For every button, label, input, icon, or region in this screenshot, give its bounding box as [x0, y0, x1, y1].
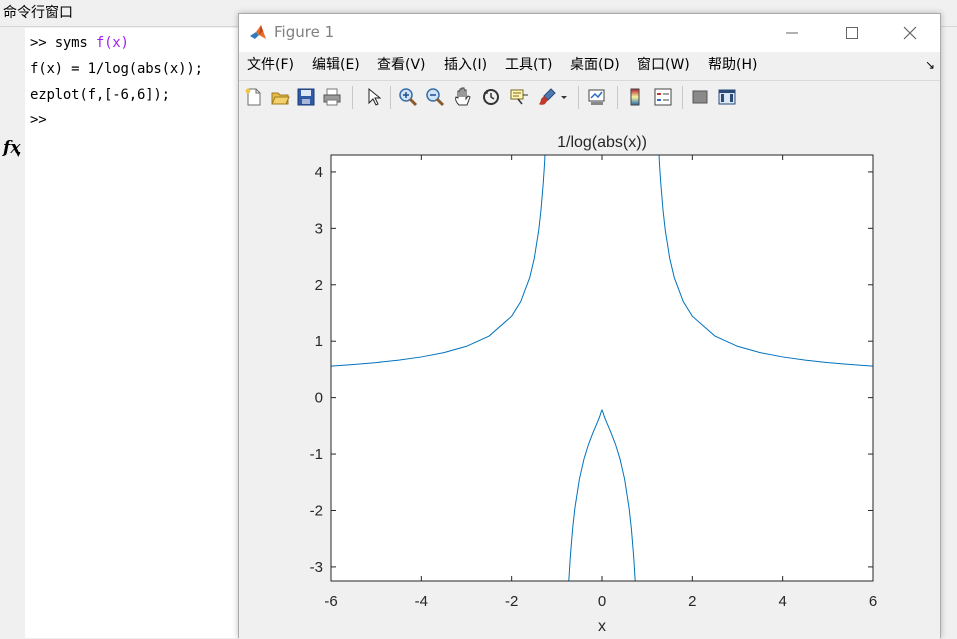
print-icon[interactable]: [322, 87, 342, 107]
figure-canvas[interactable]: -6 -4 -2 0 2 4 6 -3 -2 -1 0 1 2 3 4 1/log(abs(x)) x: [239, 114, 940, 639]
x-tick-label: -2: [505, 593, 518, 610]
y-tick-label: -3: [310, 559, 323, 576]
toolbar-separator: [578, 86, 579, 109]
y-tick-label: 4: [315, 164, 323, 181]
x-tick-label: 0: [598, 593, 606, 610]
command-prompt-current[interactable]: >>: [30, 112, 47, 128]
new-figure-icon[interactable]: [244, 87, 264, 107]
chevron-down-icon[interactable]: [559, 87, 569, 107]
command-line-2: f(x) = 1/log(abs(x));: [30, 61, 203, 77]
command-text: ezplot(f,[-6,6]);: [30, 87, 170, 103]
dock-arrow-icon[interactable]: ↘: [925, 52, 935, 79]
zoom-in-icon[interactable]: [398, 87, 418, 107]
axes-background: [331, 155, 873, 581]
command-window[interactable]: >> syms f(x) f(x) = 1/log(abs(x)); ezplo…: [25, 28, 265, 638]
rotate-icon[interactable]: [481, 87, 501, 107]
y-tick-label: 3: [315, 220, 323, 237]
figure-title-bar[interactable]: Figure 1: [239, 14, 940, 52]
toolbar-separator: [390, 86, 391, 109]
x-tick-label: 2: [688, 593, 696, 610]
maximize-icon[interactable]: [829, 14, 875, 52]
pan-icon[interactable]: [453, 87, 473, 107]
function-browser-icon[interactable]: fx ▾: [3, 138, 21, 160]
figure-menu-bar: 文件(F) 编辑(E) 查看(V) 插入(I) 工具(T) 桌面(D) 窗口(W…: [239, 52, 940, 79]
matlab-logo-icon: [248, 23, 268, 43]
menu-tools[interactable]: 工具(T): [505, 52, 552, 79]
menu-view[interactable]: 查看(V): [377, 52, 426, 79]
menu-insert[interactable]: 插入(I): [444, 52, 487, 79]
figure-title: Figure 1: [274, 23, 335, 41]
menu-edit[interactable]: 编辑(E): [312, 52, 360, 79]
y-tick-label: 0: [315, 390, 323, 407]
x-tick-label: 6: [869, 593, 877, 610]
plot-area[interactable]: -6 -4 -2 0 2 4 6 -3 -2 -1 0 1 2 3 4 1/log(abs(x)) x: [239, 114, 940, 639]
menu-window[interactable]: 窗口(W): [637, 52, 690, 79]
y-tick-label: -1: [310, 446, 323, 463]
save-icon[interactable]: [296, 87, 316, 107]
legend-icon[interactable]: [653, 87, 673, 107]
zoom-out-icon[interactable]: [425, 87, 445, 107]
minimize-icon[interactable]: [769, 14, 815, 52]
plot-title: 1/log(abs(x)): [557, 134, 647, 151]
command-window-gutter: fx ▾: [0, 28, 24, 638]
pointer-icon[interactable]: [363, 87, 383, 107]
menu-file[interactable]: 文件(F): [247, 52, 294, 79]
y-tick-label: -2: [310, 502, 323, 519]
data-cursor-icon[interactable]: [509, 87, 529, 107]
colorbar-icon[interactable]: [625, 87, 645, 107]
x-axis-label: x: [598, 618, 606, 635]
hide-plot-tools-icon[interactable]: [690, 87, 710, 107]
figure-toolbar: [239, 80, 940, 115]
x-tick-label: 4: [778, 593, 786, 610]
menu-desktop[interactable]: 桌面(D): [570, 52, 620, 79]
x-tick-label: -6: [324, 593, 337, 610]
open-file-icon[interactable]: [270, 87, 290, 107]
figure-window: Figure 1 文件(F) 编辑(E) 查看(V) 插入(I) 工具(T) 桌…: [238, 13, 941, 639]
y-tick-label: 2: [315, 277, 323, 294]
brush-icon[interactable]: [537, 87, 557, 107]
show-plot-tools-icon[interactable]: [717, 87, 737, 107]
x-tick-label: -4: [415, 593, 428, 610]
close-icon[interactable]: [887, 14, 933, 52]
command-line-3: ezplot(f,[-6,6]);: [30, 87, 170, 103]
menu-help[interactable]: 帮助(H): [708, 52, 757, 79]
toolbar-separator: [617, 86, 618, 109]
command-text: f(x) = 1/log(abs(x));: [30, 61, 203, 77]
command-prompt: >>: [30, 35, 55, 51]
command-keyword: f(x): [95, 35, 129, 51]
y-tick-label: 1: [315, 333, 323, 350]
link-plot-icon[interactable]: [587, 87, 607, 107]
command-line-1: >> syms f(x): [30, 35, 129, 51]
toolbar-separator: [682, 86, 683, 109]
command-text: syms: [54, 35, 96, 51]
toolbar-separator: [352, 86, 353, 109]
